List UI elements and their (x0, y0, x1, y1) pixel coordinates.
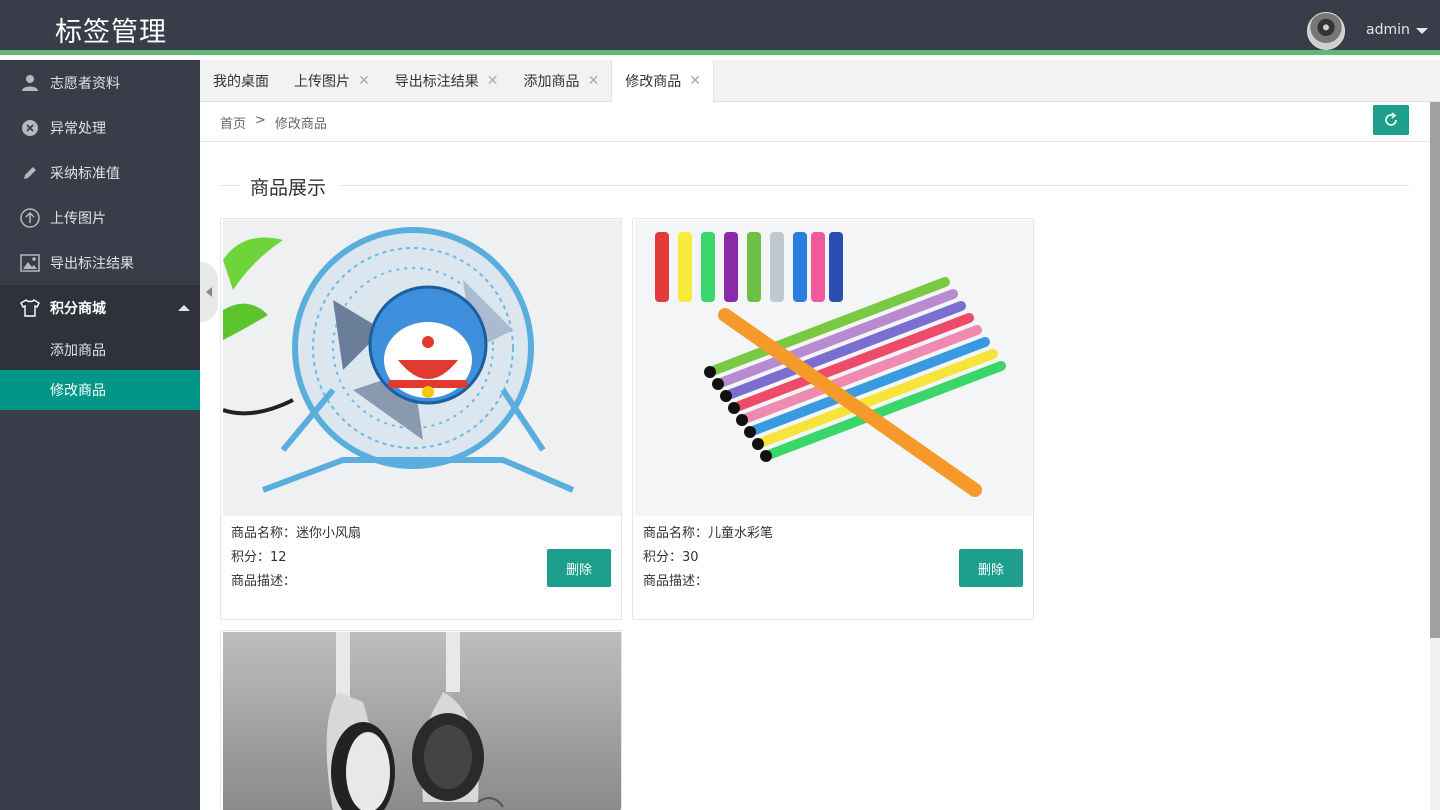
sidebar-item-label: 异常处理 (50, 120, 106, 137)
upload-icon (20, 207, 40, 228)
delete-button[interactable]: 删除 (547, 549, 611, 587)
sidebar-subitem-add-product[interactable]: 添加商品 (0, 330, 200, 370)
section-title: 商品展示 (250, 173, 327, 200)
product-info: 商品名称：儿童水彩笔 积分：30 商品描述： (643, 522, 773, 594)
close-icon[interactable]: ✕ (587, 73, 599, 89)
tab-upload[interactable]: 上传图片 ✕ (281, 60, 382, 101)
tab-label: 导出标注结果 (394, 73, 479, 90)
refresh-button[interactable] (1373, 105, 1409, 135)
sidebar-item-label: 导出标注结果 (50, 255, 134, 272)
breadcrumb: 首页 > 修改商品 (200, 102, 1430, 142)
breadcrumb-home[interactable]: 首页 (220, 113, 246, 132)
product-card: 商品名称：迷你小风扇 积分：12 商品描述： 删除 (220, 218, 622, 620)
avatar[interactable] (1307, 12, 1345, 50)
sidebar-group-label: 积分商城 (50, 300, 106, 317)
product-description: 商品描述： (643, 574, 709, 589)
shirt-icon (20, 298, 40, 318)
product-card (220, 630, 622, 810)
product-name: 商品名称：儿童水彩笔 (643, 526, 774, 541)
breadcrumb-separator: > (255, 113, 266, 128)
close-icon[interactable]: ✕ (358, 73, 370, 89)
section-header: 商品展示 (220, 173, 1409, 200)
product-image-fan (223, 220, 621, 516)
chevron-left-icon (206, 287, 212, 297)
product-description: 商品描述： (231, 574, 297, 589)
sidebar-item-label: 采纳标准值 (50, 165, 120, 182)
sidebar-subitem-edit-product[interactable]: 修改商品 (0, 370, 200, 410)
refresh-icon (1385, 112, 1397, 126)
tab-bar: 我的桌面 上传图片 ✕ 导出标注结果 ✕ 添加商品 ✕ 修改商品 ✕ (200, 60, 1440, 102)
breadcrumb-current: 修改商品 (274, 117, 327, 132)
sidebar-item-label: 上传图片 (50, 210, 106, 227)
tab-export[interactable]: 导出标注结果 ✕ (382, 60, 511, 101)
tab-label: 添加商品 (523, 73, 580, 90)
product-image-headphones (223, 632, 621, 810)
user-icon (20, 73, 40, 93)
circle-x-icon (20, 118, 40, 138)
tab-label: 修改商品 (625, 74, 682, 90)
product-image-markers (635, 220, 1033, 516)
chevron-up-icon (178, 305, 190, 311)
close-icon[interactable]: ✕ (487, 73, 499, 89)
scrollbar-thumb[interactable] (1430, 102, 1440, 638)
sidebar-item-label: 志愿者资料 (50, 75, 120, 92)
product-name: 商品名称：迷你小风扇 (231, 526, 362, 541)
product-points: 积分：30 (643, 550, 699, 565)
user-menu[interactable]: admin (1366, 22, 1428, 38)
delete-button[interactable]: 删除 (959, 549, 1023, 587)
sidebar: 志愿者资料 异常处理 采纳标准值 上传图片 导出标注结果 积分商城 添加商品 修… (0, 60, 200, 810)
tab-desktop[interactable]: 我的桌面 (200, 60, 281, 101)
tab-add-product[interactable]: 添加商品 ✕ (510, 60, 611, 101)
top-header: 标签管理 admin (0, 0, 1440, 55)
tab-label: 上传图片 (294, 73, 350, 90)
sidebar-group-points-mall[interactable]: 积分商城 (0, 285, 200, 330)
tab-label: 我的桌面 (213, 73, 269, 90)
sidebar-item-upload[interactable]: 上传图片 (0, 195, 200, 240)
caret-down-icon[interactable] (1415, 28, 1428, 34)
user-name[interactable]: admin (1366, 22, 1410, 38)
sidebar-collapse-handle[interactable] (200, 262, 218, 322)
product-info: 商品名称：迷你小风扇 积分：12 商品描述： (231, 522, 361, 594)
tab-edit-product[interactable]: 修改商品 ✕ (611, 60, 714, 102)
image-icon (20, 253, 40, 273)
sidebar-item-volunteer[interactable]: 志愿者资料 (0, 60, 200, 105)
product-card: 商品名称：儿童水彩笔 积分：30 商品描述： 删除 (632, 218, 1034, 620)
sidebar-item-standard[interactable]: 采纳标准值 (0, 150, 200, 195)
pencil-icon (20, 163, 40, 183)
product-points: 积分：12 (231, 550, 287, 565)
close-icon[interactable]: ✕ (689, 73, 701, 89)
app-title: 标签管理 (55, 17, 167, 48)
sidebar-item-export[interactable]: 导出标注结果 (0, 240, 200, 285)
sidebar-item-exception[interactable]: 异常处理 (0, 105, 200, 150)
